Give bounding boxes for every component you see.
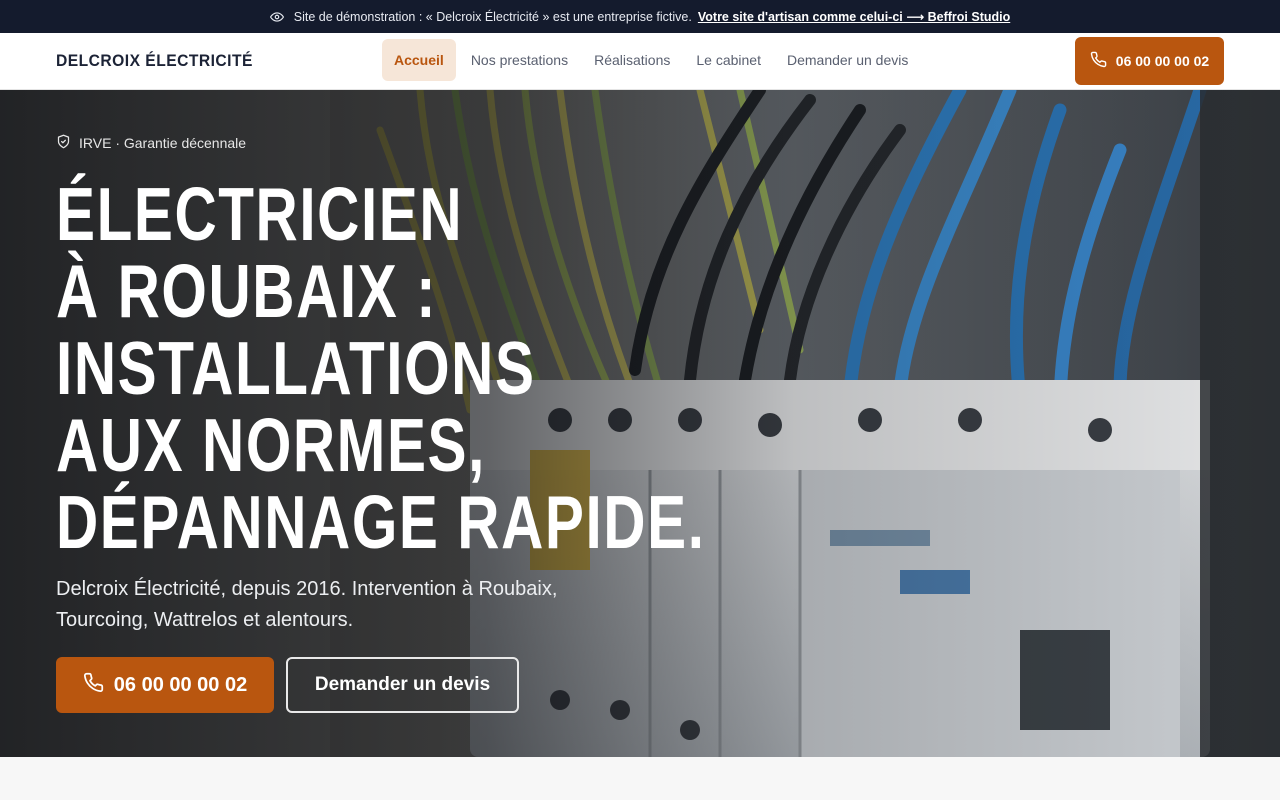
hero-quote-button[interactable]: Demander un devis bbox=[286, 657, 519, 713]
next-section bbox=[0, 757, 1280, 800]
nav-item-accueil[interactable]: Accueil bbox=[382, 39, 456, 81]
hero-title-line: à Roubaix : bbox=[56, 249, 438, 333]
phone-icon bbox=[83, 672, 104, 699]
hero-title: Électricien à Roubaix : installations au… bbox=[56, 172, 706, 564]
nav-item-devis[interactable]: Demander un devis bbox=[774, 39, 921, 81]
hero-subtitle: Delcroix Électricité, depuis 2016. Inter… bbox=[56, 578, 558, 631]
demo-banner-text: Site de démonstration : « Delcroix Élect… bbox=[293, 9, 692, 24]
beffroi-studio-link[interactable]: Votre site d'artisan comme celui-ci ⟶ Be… bbox=[698, 9, 1010, 24]
brand-logo[interactable]: DELCROIX ÉLECTRICITÉ bbox=[56, 51, 253, 71]
main-nav: Accueil Nos prestations Réalisations Le … bbox=[382, 39, 921, 81]
hero-title-line: dépannage rapide. bbox=[56, 480, 706, 564]
certification-badge: IRVE · Garantie décennale bbox=[56, 134, 246, 152]
hero-call-label: 06 00 00 00 02 bbox=[113, 673, 248, 696]
hero-title-line: installations bbox=[56, 326, 536, 410]
site-header: DELCROIX ÉLECTRICITÉ Accueil Nos prestat… bbox=[0, 33, 1280, 90]
eye-icon bbox=[269, 10, 284, 24]
hero-title-line: aux normes, bbox=[56, 403, 486, 487]
nav-item-realisations[interactable]: Réalisations bbox=[581, 39, 683, 81]
phone-icon bbox=[1090, 51, 1107, 71]
shield-check-icon bbox=[56, 134, 71, 152]
hero-title-line: Électricien bbox=[56, 172, 464, 256]
nav-item-prestations[interactable]: Nos prestations bbox=[458, 39, 581, 81]
header-call-button[interactable]: 06 00 00 00 02 bbox=[1075, 37, 1224, 85]
certification-label: IRVE · Garantie décennale bbox=[79, 135, 247, 151]
header-phone-label: 06 00 00 00 02 bbox=[1115, 53, 1210, 69]
demo-banner: Site de démonstration : « Delcroix Élect… bbox=[0, 0, 1280, 33]
nav-item-cabinet[interactable]: Le cabinet bbox=[683, 39, 774, 81]
hero-section: IRVE · Garantie décennale Électricien à … bbox=[0, 90, 1280, 757]
hero-call-button[interactable]: 06 00 00 00 02 bbox=[56, 657, 274, 713]
